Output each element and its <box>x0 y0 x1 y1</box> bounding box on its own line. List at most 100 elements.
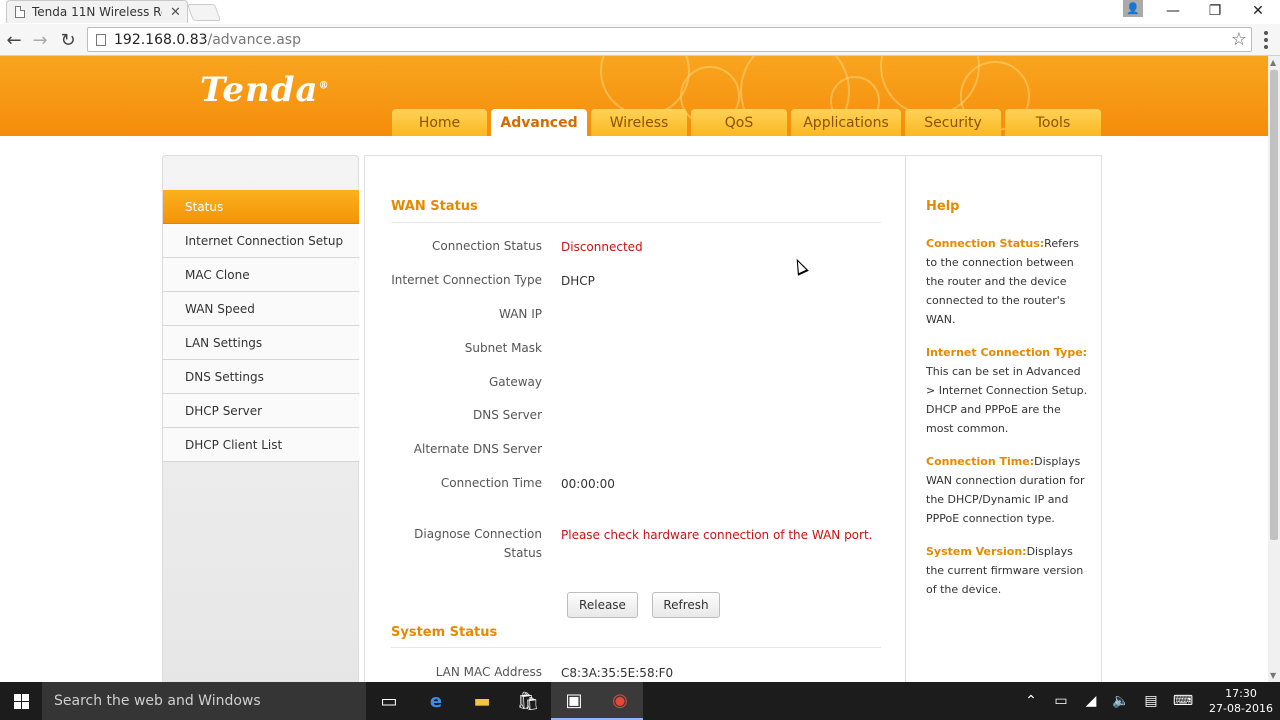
tab-security[interactable]: Security <box>905 109 1001 136</box>
restore-button[interactable]: ❐ <box>1194 0 1236 22</box>
wan-ip-label: WAN IP <box>499 307 542 321</box>
diagnose-label: Diagnose Connection Status <box>365 525 542 563</box>
tab-applications[interactable]: Applications <box>791 109 901 136</box>
help-text: Refers to the connection between the rou… <box>926 237 1079 326</box>
taskbar-search-input[interactable]: Search the web and Windows <box>42 682 366 720</box>
sidebar-item-dns-settings[interactable]: DNS Settings <box>163 360 359 394</box>
address-bar[interactable]: 192.168.0.83 /advance.asp ☆ <box>87 27 1252 52</box>
taskbar-clock[interactable]: 17:30 27-08-2016 <box>1204 686 1278 716</box>
system-status-title: System Status <box>391 625 498 640</box>
wifi-icon[interactable]: ◢ <box>1076 682 1106 720</box>
help-title: Help <box>926 199 960 214</box>
sidebar-item-internet-connection-setup[interactable]: Internet Connection Setup <box>163 224 359 258</box>
tab-wireless[interactable]: Wireless <box>591 109 687 136</box>
file-explorer-icon[interactable]: ▬ <box>459 682 505 720</box>
start-pane <box>21 701 29 709</box>
help-term: Connection Time: <box>926 455 1035 468</box>
help-term: Internet Connection Type: <box>926 346 1088 359</box>
help-entry: System Version:Displays the current firm… <box>926 542 1090 599</box>
logo-mark: ® <box>318 80 330 92</box>
sidebar-item-status[interactable]: Status <box>163 190 359 224</box>
back-button[interactable]: ← <box>2 28 26 52</box>
forward-button[interactable]: → <box>28 28 52 52</box>
start-pane <box>13 693 21 701</box>
minimize-button[interactable]: — <box>1152 0 1194 22</box>
app-window-icon[interactable]: ▣ <box>551 682 597 720</box>
edge-browser-icon[interactable]: e <box>413 682 459 720</box>
search-placeholder: Search the web and Windows <box>54 693 261 709</box>
refresh-button[interactable]: Refresh <box>652 592 720 618</box>
sidebar-item-dhcp-client-list[interactable]: DHCP Client List <box>163 428 359 462</box>
start-pane <box>13 701 21 709</box>
section-divider <box>391 222 881 223</box>
user-profile-icon[interactable]: 👤 <box>1123 0 1143 17</box>
task-view-icon[interactable]: ▭ <box>366 682 412 720</box>
help-term: System Version: <box>926 545 1027 558</box>
tab-advanced[interactable]: Advanced <box>491 109 587 136</box>
volume-icon[interactable]: 🔈 <box>1106 682 1136 720</box>
diagnose-label-line: Status <box>503 546 542 560</box>
tab-qos[interactable]: QoS <box>691 109 787 136</box>
help-panel: Help Connection Status:Refers to the con… <box>906 155 1102 682</box>
url-path: /advance.asp <box>207 31 301 48</box>
url-host: 192.168.0.83 <box>114 31 208 48</box>
page-icon <box>15 6 25 18</box>
bookmark-star-icon[interactable]: ☆ <box>1231 29 1247 50</box>
browser-tab[interactable]: Tenda 11N Wireless Route ✕ <box>6 0 188 23</box>
store-icon[interactable]: 🛍 <box>505 682 551 720</box>
gateway-label: Gateway <box>488 375 542 389</box>
battery-icon[interactable]: ▭ <box>1046 682 1076 720</box>
close-window-button[interactable]: ✕ <box>1237 0 1279 22</box>
show-hidden-icons-icon[interactable]: ⌃ <box>1016 682 1046 720</box>
main-nav-tabs: Home Advanced Wireless QoS Applications … <box>392 109 1105 136</box>
reload-button[interactable]: ↻ <box>56 28 80 52</box>
clock-time: 17:30 <box>1225 687 1257 700</box>
browser-tabstrip: Tenda 11N Wireless Route ✕ 👤 — ❐ ✕ <box>0 0 1280 24</box>
sidebar-item-wan-speed[interactable]: WAN Speed <box>163 292 359 326</box>
connection-status-label: Connection Status <box>432 239 542 253</box>
windows-start-icon[interactable] <box>0 682 42 720</box>
lan-mac-label: LAN MAC Address <box>435 665 542 679</box>
connection-time-value: 00:00:00 <box>561 477 615 491</box>
page-scrollbar[interactable]: ▲ ▼ <box>1268 56 1280 682</box>
browser-toolbar: ← → ↻ 192.168.0.83 /advance.asp ☆ <box>0 24 1280 56</box>
scroll-up-icon[interactable]: ▲ <box>1270 58 1276 67</box>
windows-taskbar: Search the web and Windows ▭ e ▬ 🛍 ▣ ◉ ⌃… <box>0 682 1280 720</box>
diagnose-label-line: Diagnose Connection <box>414 527 542 541</box>
scroll-thumb[interactable] <box>1270 70 1278 540</box>
clock-date: 27-08-2016 <box>1209 702 1273 715</box>
help-entry: Connection Status:Refers to the connecti… <box>926 234 1090 329</box>
sidebar-item-lan-settings[interactable]: LAN Settings <box>163 326 359 360</box>
tab-close-icon[interactable]: ✕ <box>170 5 181 20</box>
advanced-sidebar: Status Internet Connection Setup MAC Clo… <box>162 155 359 682</box>
help-entry: Connection Time:Displays WAN connection … <box>926 452 1090 528</box>
connection-time-label: Connection Time <box>440 476 542 490</box>
wan-status-title: WAN Status <box>391 199 478 214</box>
tab-title: Tenda 11N Wireless Route <box>32 5 162 19</box>
help-term: Connection Status: <box>926 237 1045 250</box>
tab-tools[interactable]: Tools <box>1005 109 1101 136</box>
keyboard-icon[interactable]: ⌨ <box>1168 682 1198 720</box>
action-center-icon[interactable]: ▤ <box>1136 682 1166 720</box>
connection-type-value: DHCP <box>561 274 595 288</box>
menu-dot <box>1264 37 1268 42</box>
menu-dot <box>1264 31 1268 36</box>
sidebar-item-dhcp-server[interactable]: DHCP Server <box>163 394 359 428</box>
chrome-menu-button[interactable] <box>1260 30 1272 50</box>
sidebar-item-mac-clone[interactable]: MAC Clone <box>163 258 359 292</box>
dns-server-label: DNS Server <box>473 408 542 422</box>
status-content: WAN Status Connection Status Disconnecte… <box>364 155 906 682</box>
diagnose-value: Please check hardware connection of the … <box>561 528 873 542</box>
new-tab-button[interactable] <box>186 4 222 21</box>
help-entry: Internet Connection Type: This can be se… <box>926 343 1090 438</box>
menu-dot <box>1264 44 1268 49</box>
chrome-taskbar-icon[interactable]: ◉ <box>597 682 643 720</box>
subnet-mask-label: Subnet Mask <box>464 341 542 355</box>
section-divider <box>391 647 881 648</box>
tab-home[interactable]: Home <box>392 109 487 136</box>
scroll-down-icon[interactable]: ▼ <box>1270 671 1276 680</box>
logo-text: Tenda <box>200 70 319 110</box>
release-button[interactable]: Release <box>567 592 638 618</box>
page-viewport: Tenda® Home Advanced Wireless QoS Applic… <box>0 56 1268 682</box>
help-text: This can be set in Advanced > Internet C… <box>926 365 1088 435</box>
